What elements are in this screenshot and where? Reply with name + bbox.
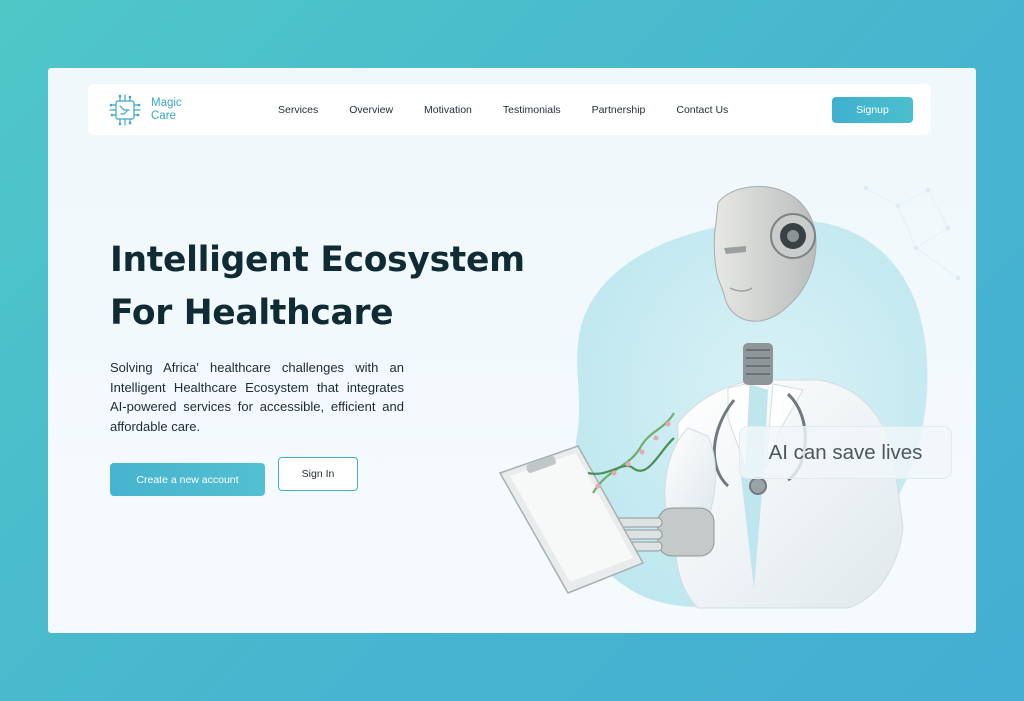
brand-name-line1: Magic: [151, 97, 182, 109]
brand-logo[interactable]: Magic Care: [106, 91, 206, 129]
top-navbar: Magic Care Services Overview Motivation …: [88, 84, 931, 135]
robot-doctor-illustration: [498, 185, 961, 609]
signup-button[interactable]: Signup: [832, 97, 913, 123]
nav-item-services[interactable]: Services: [278, 104, 318, 116]
nav-item-partnership[interactable]: Partnership: [592, 104, 646, 116]
brand-name-line2: Care: [151, 110, 176, 122]
landing-page: Magic Care Services Overview Motivation …: [48, 68, 976, 633]
sign-in-button[interactable]: Sign In: [278, 457, 358, 491]
nav-menu: Services Overview Motivation Testimonial…: [278, 84, 759, 135]
nav-item-contact-us[interactable]: Contact Us: [676, 104, 728, 116]
nav-item-testimonials[interactable]: Testimonials: [503, 104, 561, 116]
hero-description: Solving Africa' healthcare challenges wi…: [110, 360, 404, 435]
nav-item-motivation[interactable]: Motivation: [424, 104, 472, 116]
ai-badge: AI can save lives: [739, 426, 952, 479]
brand-name: Magic Care: [151, 97, 182, 123]
chip-circuit-icon: [109, 94, 141, 126]
nav-item-overview[interactable]: Overview: [349, 104, 393, 116]
create-account-button[interactable]: Create a new account: [110, 463, 265, 496]
